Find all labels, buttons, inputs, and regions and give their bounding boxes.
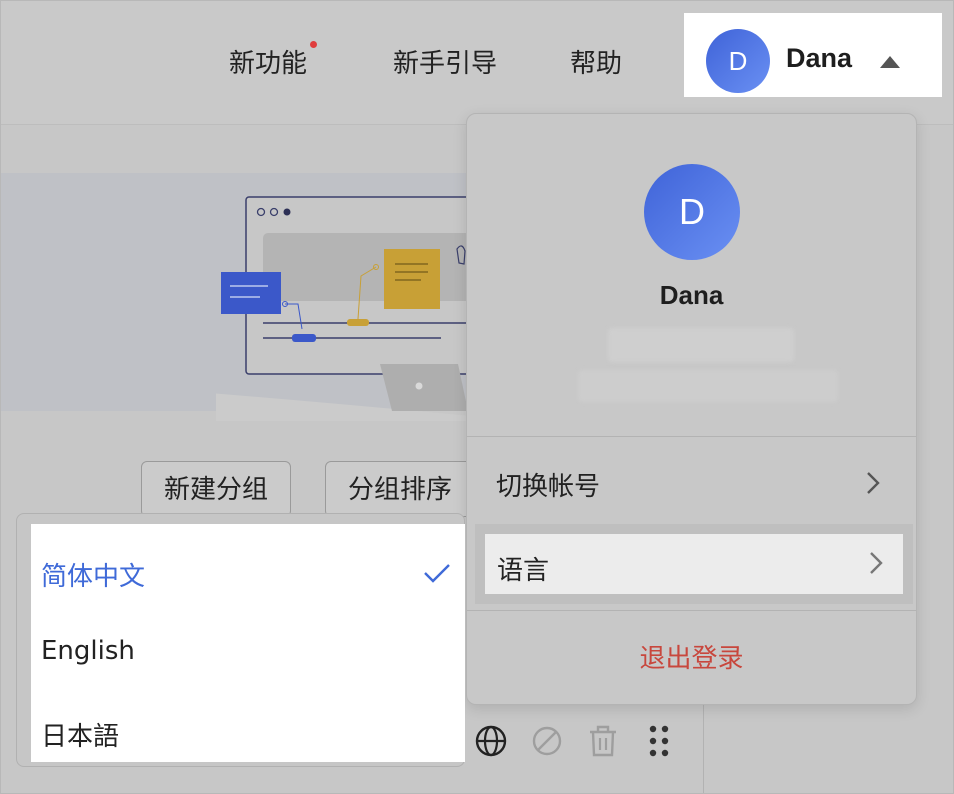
trash-icon[interactable]: [586, 723, 620, 759]
sort-group-button[interactable]: 分组排序: [325, 461, 476, 517]
language-option-ja[interactable]: 日本語: [41, 698, 451, 758]
menu-switch-account-label: 切换帐号: [496, 472, 601, 502]
app-frame: 新功能 新手引导 帮助 D Dana 新建分组 分组排序 D Dana 切换帐号…: [0, 0, 954, 794]
user-name: Dana: [786, 43, 853, 73]
menu-switch-account[interactable]: 切换帐号: [484, 448, 904, 516]
redacted-info: [608, 328, 794, 362]
caret-up-icon: [880, 56, 900, 68]
panel-user-name: Dana: [659, 280, 724, 310]
nav-help-label: 帮助: [570, 49, 623, 79]
column-divider: [703, 701, 704, 793]
language-option-zh[interactable]: 简体中文: [41, 538, 451, 598]
chevron-right-icon: [867, 472, 880, 494]
nav-help[interactable]: 帮助: [570, 43, 622, 80]
top-bar: 新功能 新手引导 帮助 D Dana: [1, 1, 953, 125]
menu-language[interactable]: 语言: [475, 524, 913, 604]
onboarding-illustration: [216, 196, 476, 421]
chevron-right-icon: [870, 552, 883, 574]
language-option-label: English: [41, 636, 135, 666]
nav-onboarding[interactable]: 新手引导: [393, 43, 497, 80]
nav-new-features-label: 新功能: [229, 49, 308, 79]
language-option-label: 日本語: [41, 722, 120, 752]
language-options: 简体中文 English 日本語: [31, 524, 465, 762]
user-menu-button[interactable]: D Dana: [684, 13, 942, 97]
panel-avatar: D: [644, 164, 740, 260]
menu-language-label: 语言: [497, 556, 550, 586]
nav-new-features[interactable]: 新功能: [229, 41, 318, 80]
redacted-info: [578, 370, 838, 402]
language-menu: 简体中文 English 日本語: [16, 513, 465, 767]
logout-button[interactable]: 退出登录: [467, 638, 916, 675]
language-option-en[interactable]: English: [41, 618, 451, 678]
divider: [467, 610, 916, 611]
divider: [467, 436, 916, 437]
drag-handle-icon[interactable]: [642, 723, 676, 759]
new-group-button[interactable]: 新建分组: [141, 461, 292, 517]
disabled-icon[interactable]: [530, 723, 564, 759]
globe-icon[interactable]: [474, 723, 508, 759]
notification-dot: [310, 41, 318, 48]
language-option-label: 简体中文: [41, 562, 146, 592]
checkmark-icon: [424, 564, 450, 583]
user-dropdown-panel: D Dana 切换帐号 语言 退出登录: [466, 113, 917, 705]
avatar: D: [706, 29, 770, 93]
nav-onboarding-label: 新手引导: [393, 49, 498, 79]
